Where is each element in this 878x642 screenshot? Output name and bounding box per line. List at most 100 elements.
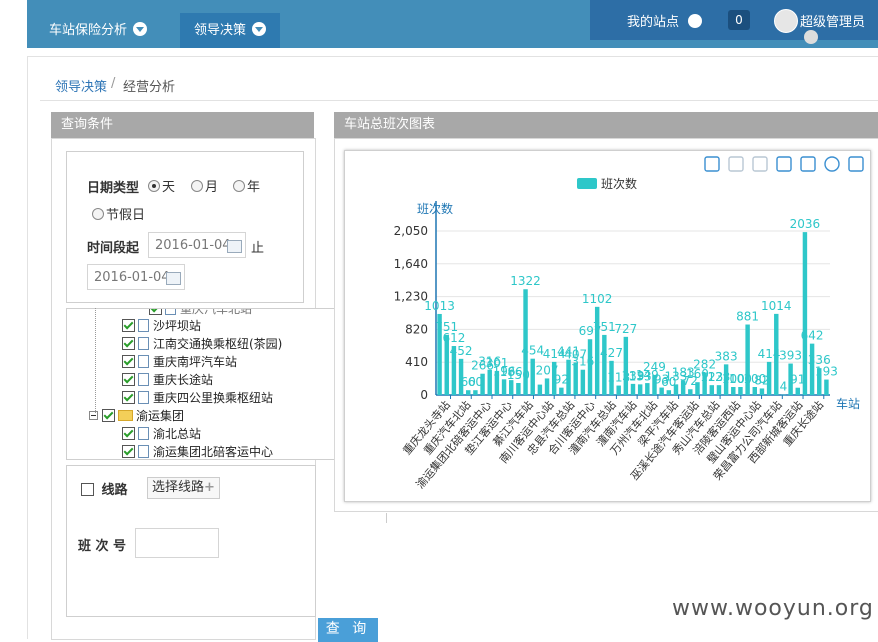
chart-bar[interactable]: [688, 389, 693, 395]
checkbox-icon[interactable]: [149, 309, 162, 315]
checkbox-icon[interactable]: [122, 355, 135, 368]
chart-bar[interactable]: [544, 378, 550, 395]
chart-bar[interactable]: [716, 385, 722, 395]
radio-day[interactable]: 天: [148, 176, 175, 195]
radio-icon: [148, 180, 160, 192]
unmark-icon[interactable]: [728, 156, 744, 172]
tree-node[interactable]: 渝北总站: [122, 425, 201, 443]
radio-year[interactable]: 年: [233, 176, 260, 195]
chart-bar[interactable]: [695, 382, 700, 395]
chart-bar[interactable]: [480, 373, 485, 395]
chart-bar[interactable]: [795, 387, 800, 395]
chart-bar[interactable]: [809, 343, 815, 395]
end-date-input[interactable]: 2016-01-04: [87, 264, 185, 290]
chart-bar[interactable]: [523, 289, 528, 395]
chart-bar[interactable]: [616, 385, 621, 395]
chart-bar[interactable]: [466, 390, 471, 395]
checkbox-icon[interactable]: [122, 427, 135, 440]
folder-icon: [118, 410, 133, 421]
chart-bar[interactable]: [566, 359, 571, 395]
chart-bar[interactable]: [709, 385, 715, 395]
checkbox-icon[interactable]: [122, 373, 135, 386]
chart-bar[interactable]: [630, 383, 636, 395]
clear-icon[interactable]: [752, 156, 768, 172]
checkbox-icon[interactable]: [122, 337, 135, 350]
bar-chart-icon[interactable]: [800, 156, 816, 172]
chart-bar[interactable]: [587, 339, 593, 395]
tree-node-label: 沙坪坝站: [153, 319, 202, 333]
chart-bar[interactable]: [602, 334, 607, 395]
chart-bar[interactable]: [666, 390, 672, 395]
chart-bar[interactable]: [824, 379, 829, 395]
radio-icon: [191, 180, 203, 192]
chart-bar[interactable]: [774, 313, 779, 395]
tree-node[interactable]: 重庆四公里换乘枢纽站: [122, 389, 273, 407]
refresh-icon[interactable]: [824, 156, 840, 172]
radio-month[interactable]: 月: [191, 176, 218, 195]
legend-label[interactable]: 班次数: [601, 176, 637, 191]
calendar-icon[interactable]: [227, 240, 242, 253]
radio-label: 月: [205, 180, 219, 195]
y-tick-label: 410: [405, 355, 428, 369]
document-icon: [138, 391, 149, 404]
route-checkbox[interactable]: 线路: [81, 479, 128, 498]
mark-icon[interactable]: [704, 156, 720, 172]
chart-bar[interactable]: [530, 358, 535, 395]
checkbox-icon[interactable]: [122, 391, 135, 404]
tree-node[interactable]: 重庆南坪汽车站: [122, 353, 237, 371]
plus-icon: +: [204, 480, 215, 495]
collapse-icon[interactable]: [89, 411, 98, 420]
checkbox-icon[interactable]: [122, 445, 135, 458]
tree-node-label: 江南交通换乘枢纽(茶园): [153, 337, 283, 351]
chart-bar[interactable]: [623, 336, 629, 395]
tree-group[interactable]: 渝运集团: [89, 407, 184, 425]
user-menu[interactable]: 超级管理员: [800, 11, 878, 46]
checkbox-icon[interactable]: [122, 319, 135, 332]
document-icon: [138, 373, 149, 386]
y-tick-label: 1,230: [394, 290, 428, 304]
chart-bar[interactable]: [766, 361, 772, 395]
chart-bar[interactable]: [759, 388, 765, 395]
chart-bar[interactable]: [487, 369, 492, 395]
chevron-down-icon: [804, 30, 818, 44]
chart-bar[interactable]: [508, 380, 514, 395]
trip-number-input[interactable]: [135, 528, 219, 558]
breadcrumb-home[interactable]: 领导决策: [55, 76, 107, 95]
line-chart-icon[interactable]: [776, 156, 792, 172]
chart-bar[interactable]: [637, 384, 643, 395]
data-label: 1013: [424, 299, 455, 313]
nav-item-station-insurance[interactable]: 车站保险分析: [49, 13, 148, 48]
chart-bar[interactable]: [738, 387, 743, 395]
tree-node[interactable]: 江南交通换乘枢纽(茶园): [122, 335, 282, 353]
nav-item-leadership-decision[interactable]: 领导决策: [180, 13, 281, 48]
chart-bar[interactable]: [537, 384, 543, 395]
my-sites-menu[interactable]: 我的站点: [627, 11, 703, 30]
tree-node[interactable]: 渝运集团北碚客运中心: [122, 443, 273, 459]
legend-swatch[interactable]: [577, 178, 597, 189]
chart-bar[interactable]: [752, 387, 758, 395]
save-image-icon[interactable]: [848, 156, 864, 172]
chart-bar[interactable]: [802, 232, 808, 395]
chart-bar[interactable]: [731, 387, 736, 395]
chart-bar[interactable]: [673, 384, 679, 395]
select-route-button[interactable]: 选择线路+: [147, 477, 220, 499]
checkbox-icon[interactable]: [102, 409, 115, 422]
chart-bar[interactable]: [473, 390, 478, 395]
avatar[interactable]: [774, 9, 798, 33]
chevron-down-icon: [133, 22, 148, 36]
query-button[interactable]: 查 询: [318, 618, 378, 642]
tree-connector: [95, 308, 96, 413]
chart-bar[interactable]: [559, 387, 564, 395]
tree-node[interactable]: 沙坪坝站: [122, 317, 201, 335]
y-tick-label: 2,050: [394, 224, 428, 238]
chart-bar[interactable]: [580, 369, 586, 395]
tree-node[interactable]: 重庆长途站: [122, 371, 213, 389]
chart-bar[interactable]: [516, 383, 521, 395]
notification-badge[interactable]: 0: [728, 10, 750, 30]
checkbox-icon[interactable]: [81, 483, 94, 496]
chart-bar[interactable]: [645, 383, 650, 395]
chart-bar[interactable]: [501, 379, 507, 395]
radio-holiday[interactable]: 节假日: [92, 204, 145, 223]
start-date-input[interactable]: 2016-01-04: [148, 232, 246, 258]
calendar-icon[interactable]: [166, 272, 181, 285]
